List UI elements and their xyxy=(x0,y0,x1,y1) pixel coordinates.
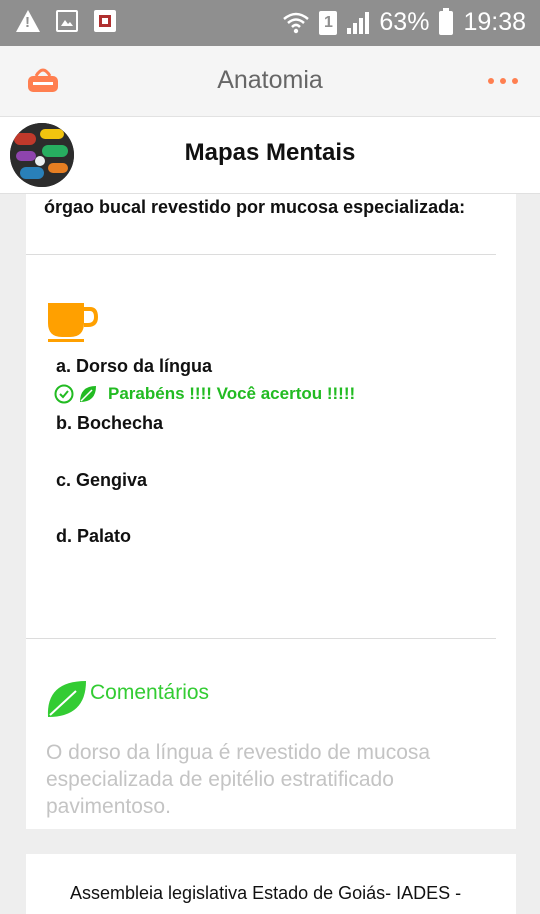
comments-title: Comentários xyxy=(90,681,210,704)
option-a[interactable]: a. Dorso da língua xyxy=(56,356,212,377)
image-icon xyxy=(56,10,78,32)
question-card: órgao bucal revestido por mucosa especia… xyxy=(26,193,516,829)
cup-icon xyxy=(48,303,98,342)
divider xyxy=(26,254,496,255)
battery-percent: 63% xyxy=(379,8,430,36)
clock: 19:38 xyxy=(463,8,526,36)
comment-text: O dorso da língua é revestido de mucosa … xyxy=(46,741,431,818)
more-dots-icon[interactable] xyxy=(488,78,518,84)
app-title: Anatomia xyxy=(217,66,323,94)
app-bar: Anatomia xyxy=(0,46,540,117)
wifi-icon xyxy=(283,12,310,33)
feedback-text: Parabéns !!!! Você acertou !!!!! xyxy=(108,384,356,403)
reference-card: Assembleia legislativa Estado de Goiás- … xyxy=(26,854,516,914)
comments-header: Comentários xyxy=(46,679,209,719)
leaf-icon xyxy=(47,681,86,717)
battery-icon xyxy=(439,7,454,35)
reference-text: Assembleia legislativa Estado de Goiás- … xyxy=(70,883,462,903)
question-text: órgao bucal revestido por mucosa especia… xyxy=(44,197,466,217)
status-bar: 1 63% 19:38 xyxy=(0,0,540,46)
option-c[interactable]: c. Gengiva xyxy=(56,470,147,491)
leaf-icon xyxy=(80,386,96,402)
section-title: Mapas Mentais xyxy=(184,139,356,166)
warning-icon xyxy=(16,10,40,32)
app-notification-icon xyxy=(94,10,116,32)
divider xyxy=(26,638,496,639)
signal-icon xyxy=(347,11,370,34)
check-circle-icon xyxy=(54,384,74,404)
option-b[interactable]: b. Bochecha xyxy=(56,413,163,434)
sim-slot-icon: 1 xyxy=(319,10,338,35)
feedback-message: Parabéns !!!! Você acertou !!!!! xyxy=(54,384,355,404)
option-d[interactable]: d. Palato xyxy=(56,526,131,547)
section-header: Mapas Mentais xyxy=(0,117,540,194)
